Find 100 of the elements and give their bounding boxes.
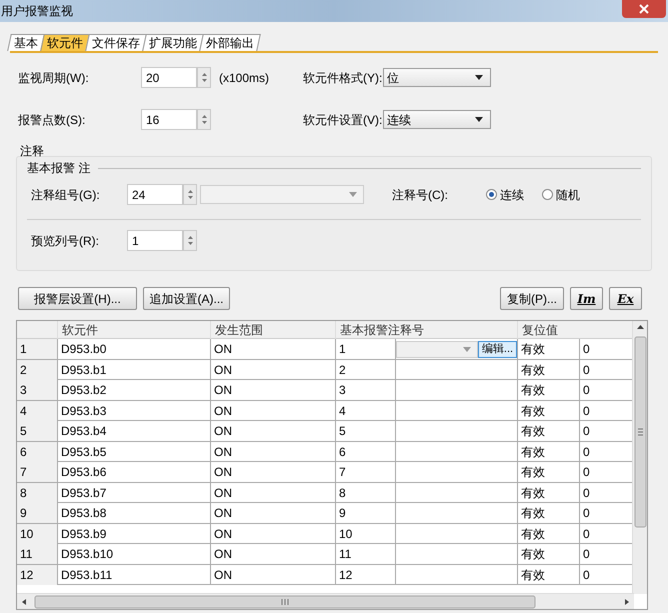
number-field[interactable]: 24	[127, 184, 183, 205]
row-number: 11	[17, 544, 58, 564]
table-cell: D953.b6	[58, 462, 211, 482]
number-field[interactable]: 16	[141, 109, 197, 130]
field-label: 软元件格式(Y):	[303, 70, 383, 86]
table-cell: 有效	[518, 564, 580, 584]
row-number: 12	[17, 564, 58, 584]
field-label: 预览列号(R):	[30, 232, 100, 250]
table-cell: 7	[336, 462, 396, 482]
table-cell: 有效	[518, 421, 580, 441]
table-cell: 5	[336, 421, 396, 441]
row-number: 8	[17, 482, 58, 502]
edit-button[interactable]: 编辑...	[478, 340, 517, 358]
table-cell: 有效	[518, 482, 580, 502]
close-button[interactable]	[622, 0, 666, 18]
row-number: 1	[17, 339, 58, 359]
radio-button[interactable]: 连续	[486, 186, 524, 204]
table-cell: 10	[336, 524, 396, 544]
caret-icon	[475, 117, 483, 122]
table-cell: 有效	[518, 462, 580, 482]
table-cell: 6	[336, 442, 396, 462]
column-header[interactable]: 基本报警注释号	[336, 321, 518, 339]
vertical-scrollbar[interactable]	[632, 321, 647, 594]
number-field[interactable]: 20	[141, 67, 197, 88]
table-cell: 有效	[518, 524, 580, 544]
table-cell: 9	[336, 503, 396, 523]
table-cell: 有效	[518, 380, 580, 400]
row-number: 10	[17, 524, 58, 544]
row-number: 4	[17, 400, 58, 420]
table-cell: 有效	[518, 442, 580, 462]
column-header[interactable]: 发生范围	[211, 321, 336, 339]
table-cell: ON	[211, 339, 336, 359]
alarm-layer-button[interactable]: 报警层设置(H)...	[18, 287, 137, 310]
tab[interactable]: 外部输出	[199, 34, 261, 51]
row-number: 3	[17, 380, 58, 400]
table-cell: ON	[211, 421, 336, 441]
tab[interactable]: 软元件	[40, 34, 90, 51]
table-cell: D953.b11	[58, 564, 211, 584]
table-cell: ON	[211, 544, 336, 564]
tab[interactable]: 扩展功能	[142, 34, 204, 51]
table-cell: 有效	[518, 339, 580, 359]
table-cell: ON	[211, 442, 336, 462]
table-cell: 2	[336, 360, 396, 380]
column-header[interactable]: 软元件	[58, 321, 211, 339]
import-export-button[interactable]: Ex	[609, 287, 642, 310]
spinner-icon[interactable]	[183, 184, 197, 205]
row-number: 7	[17, 462, 58, 482]
table-cell: D953.b5	[58, 442, 211, 462]
table-cell: 有效	[518, 544, 580, 564]
table-cell: ON	[211, 360, 336, 380]
table-cell: ON	[211, 380, 336, 400]
table-cell: D953.b1	[58, 360, 211, 380]
table-cell: D953.b0	[58, 339, 211, 359]
spinner-icon[interactable]	[197, 67, 211, 88]
table-cell: ON	[211, 400, 336, 420]
radio-button[interactable]: 随机	[542, 186, 580, 204]
tab[interactable]: 文件保存	[85, 34, 147, 51]
row-number: 9	[17, 503, 58, 523]
row-number: 6	[17, 442, 58, 462]
window-title: 用户报警监视	[0, 3, 73, 20]
row-number: 2	[17, 360, 58, 380]
tab[interactable]: 基本	[7, 34, 45, 51]
section-title: 基本报警 注	[27, 160, 90, 177]
table-cell: 有效	[518, 503, 580, 523]
table-cell: 12	[336, 564, 396, 584]
dropdown[interactable]: 连续	[383, 110, 491, 129]
table-cell: D953.b3	[58, 400, 211, 420]
table-cell: D953.b9	[58, 524, 211, 544]
table-cell: D953.b8	[58, 503, 211, 523]
field-label: 监视周期(W):	[17, 70, 90, 86]
field-label: 注释号(C):	[392, 186, 449, 204]
import-export-button[interactable]: Im	[570, 287, 603, 310]
table-cell: ON	[211, 564, 336, 584]
horizontal-scrollbar[interactable]	[17, 593, 634, 609]
caret-icon	[349, 192, 357, 197]
table-cell: D953.b4	[58, 421, 211, 441]
table-cell: D953.b2	[58, 380, 211, 400]
table-cell: ON	[211, 503, 336, 523]
dropdown[interactable]: 位	[383, 68, 491, 87]
row-number: 5	[17, 421, 58, 441]
table-cell: 8	[336, 482, 396, 502]
field-label: 注释组号(G):	[30, 186, 101, 204]
group-title: 注释	[20, 143, 45, 160]
table-cell: ON	[211, 482, 336, 502]
copy-button[interactable]: 复制(P)...	[500, 287, 564, 310]
table-cell: ON	[211, 524, 336, 544]
unit-label: (x100ms)	[219, 70, 270, 86]
field-label: 软元件设置(V):	[303, 112, 383, 128]
spinner-icon[interactable]	[183, 230, 197, 251]
table-cell: D953.b10	[58, 544, 211, 564]
field-label: 报警点数(S):	[17, 112, 86, 128]
table-cell: 3	[336, 380, 396, 400]
table-cell: 有效	[518, 400, 580, 420]
number-field[interactable]: 1	[127, 230, 183, 251]
spinner-icon[interactable]	[197, 109, 211, 130]
caret-icon	[463, 346, 471, 352]
add-setting-button[interactable]: 追加设置(A)...	[143, 287, 230, 310]
table-cell: 有效	[518, 360, 580, 380]
table-cell: 4	[336, 400, 396, 420]
table-cell: ON	[211, 462, 336, 482]
